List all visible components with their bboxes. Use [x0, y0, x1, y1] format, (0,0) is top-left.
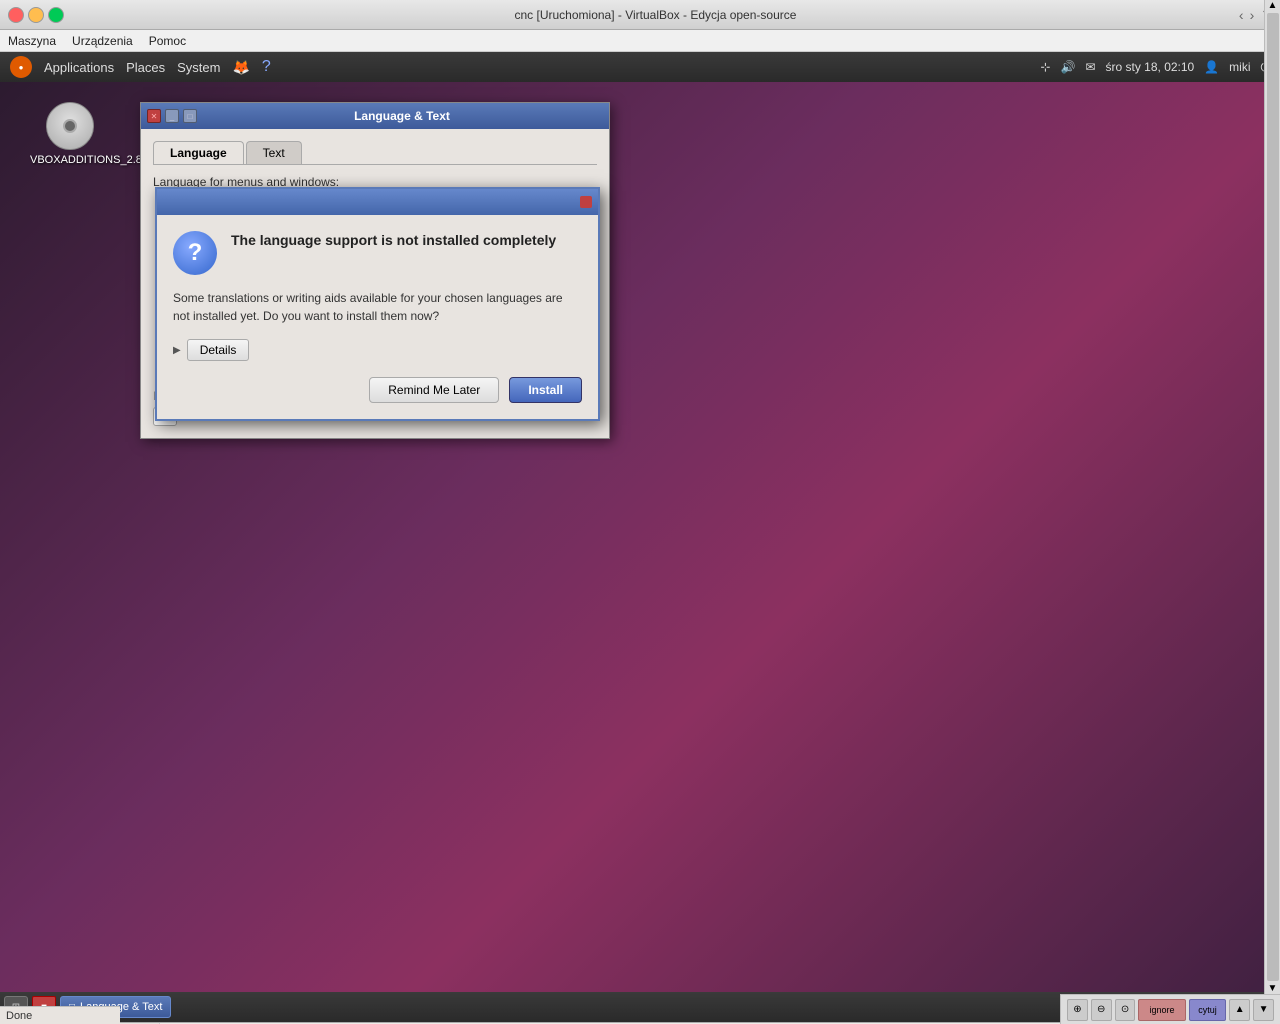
panel-right: ⊹ 🔊 ✉ śro sty 18, 02:10 👤 miki ⏻: [1040, 60, 1270, 75]
vbox-menu-urzadzenia[interactable]: Urządzenia: [72, 34, 133, 48]
dialog-content: ? The language support is not installed …: [157, 215, 598, 419]
dialog-close-btn[interactable]: [580, 196, 592, 208]
lang-text-window-title: Language & Text: [201, 109, 603, 123]
vbox-window-title: cnc [Uruchomiona] - VirtualBox - Edycja …: [72, 8, 1239, 22]
lang-support-titlebar: [157, 189, 598, 215]
help-icon[interactable]: ?: [262, 58, 271, 76]
language-support-dialog: ? The language support is not installed …: [155, 187, 600, 421]
ubuntu-panel: ● Applications Places System 🦊 ? ⊹ 🔊 ✉ ś…: [0, 52, 1280, 82]
datetime-display: śro sty 18, 02:10: [1106, 60, 1195, 74]
speaker-icon[interactable]: 🔊: [1060, 60, 1075, 74]
user-icon[interactable]: 👤: [1204, 60, 1219, 74]
vboxadditions-desktop-icon[interactable]: VBOXADDITIONS_2.8_64453: [30, 102, 110, 166]
details-arrow-icon: ▶: [173, 345, 181, 356]
dialog-heading: The language support is not installed co…: [231, 231, 556, 275]
vm-screen: ● Applications Places System 🦊 ? ⊹ 🔊 ✉ ś…: [0, 52, 1280, 1022]
remind-me-later-button[interactable]: Remind Me Later: [369, 377, 499, 403]
disc-icon: [46, 102, 94, 150]
lang-text-maximize-btn[interactable]: □: [183, 109, 197, 123]
ubuntu-logo[interactable]: ●: [10, 56, 32, 78]
vbox-nav-forward[interactable]: ›: [1250, 7, 1255, 23]
username-label: miki: [1229, 60, 1250, 74]
dialog-header: ? The language support is not installed …: [173, 231, 582, 275]
lang-text-tab-bar: Language Text: [153, 141, 597, 165]
ubuntu-applications-menu[interactable]: Applications: [44, 60, 114, 75]
vbox-maximize-btn[interactable]: [48, 7, 64, 23]
desktop-icon-label: VBOXADDITIONS_2.8_64453: [30, 154, 110, 166]
vbox-window-controls[interactable]: [8, 7, 64, 23]
vbox-titlebar: cnc [Uruchomiona] - VirtualBox - Edycja …: [0, 0, 1280, 30]
lang-text-close-btn[interactable]: ✕: [147, 109, 161, 123]
ubuntu-system-menu[interactable]: System: [177, 60, 220, 75]
vbox-nav-back[interactable]: ‹: [1239, 7, 1244, 23]
tab-text[interactable]: Text: [246, 141, 302, 164]
install-button[interactable]: Install: [509, 377, 582, 403]
vbox-menu-pomoc[interactable]: Pomoc: [149, 34, 186, 48]
firefox-icon[interactable]: 🦊: [232, 59, 249, 76]
vbox-menubar: Maszyna Urządzenia Pomoc: [0, 30, 1280, 52]
ubuntu-places-menu[interactable]: Places: [126, 60, 165, 75]
network-icon[interactable]: ⊹: [1040, 60, 1050, 74]
tab-language[interactable]: Language: [153, 141, 244, 164]
vbox-menu-maszyna[interactable]: Maszyna: [8, 34, 56, 48]
mail-icon[interactable]: ✉: [1085, 60, 1095, 74]
dialog-body-text: Some translations or writing aids availa…: [173, 289, 582, 325]
dialog-question-icon: ?: [173, 231, 217, 275]
lang-text-titlebar: ✕ _ □ Language & Text: [141, 103, 609, 129]
details-row: ▶ Details: [173, 339, 582, 361]
dialog-buttons: Remind Me Later Install: [173, 377, 582, 403]
vbox-minimize-btn[interactable]: [28, 7, 44, 23]
details-button[interactable]: Details: [187, 339, 250, 361]
lang-text-minimize-btn[interactable]: _: [165, 109, 179, 123]
vbox-close-btn[interactable]: [8, 7, 24, 23]
